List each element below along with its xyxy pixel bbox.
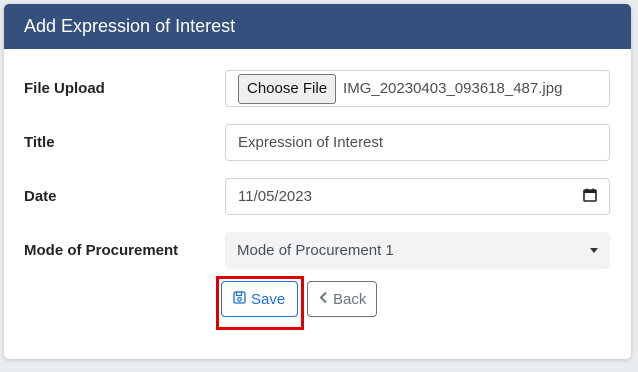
calendar-icon[interactable] <box>583 188 597 206</box>
date-value: 11/05/2023 <box>238 188 312 205</box>
back-button[interactable]: Back <box>307 281 377 317</box>
date-input[interactable]: 11/05/2023 <box>225 178 610 215</box>
chevron-down-icon <box>590 248 598 253</box>
date-label: Date <box>24 188 57 205</box>
mode-of-procurement-select[interactable]: Mode of Procurement 1 <box>225 232 610 269</box>
title-label: Title <box>24 134 55 151</box>
file-upload-field[interactable]: Choose File IMG_20230403_093618_487.jpg <box>225 70 610 107</box>
card-header: Add Expression of Interest <box>4 4 631 49</box>
mode-of-procurement-value: Mode of Procurement 1 <box>237 242 394 259</box>
file-name: IMG_20230403_093618_487.jpg <box>343 80 563 97</box>
choose-file-button[interactable]: Choose File <box>238 73 337 104</box>
save-label: Save <box>251 290 286 308</box>
chevron-left-icon <box>319 291 333 308</box>
file-upload-label: File Upload <box>24 80 105 97</box>
page-title: Add Expression of Interest <box>24 16 236 36</box>
title-input[interactable]: Expression of Interest <box>225 124 610 161</box>
title-value: Expression of Interest <box>238 134 384 151</box>
floppy-disk-icon <box>233 290 251 308</box>
save-button[interactable]: Save <box>221 281 298 317</box>
mode-of-procurement-label: Mode of Procurement <box>24 242 179 259</box>
back-label: Back <box>333 290 367 308</box>
